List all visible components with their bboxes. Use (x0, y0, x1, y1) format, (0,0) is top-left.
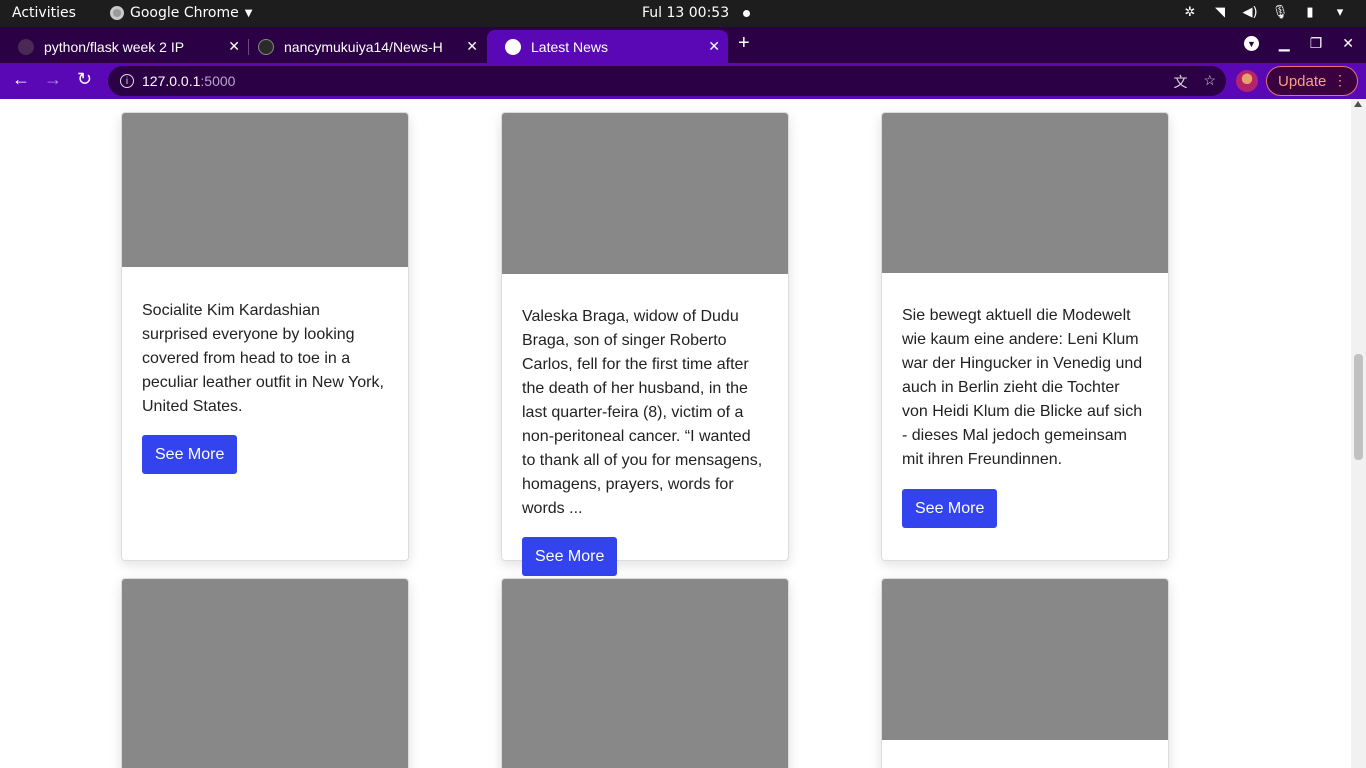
close-tab-icon[interactable]: ✕ (708, 38, 720, 55)
site-info-icon[interactable]: i (120, 74, 134, 88)
update-button[interactable]: Update ⋮ (1266, 66, 1358, 96)
news-card (881, 578, 1169, 768)
news-card (121, 578, 409, 768)
battery-icon[interactable]: ▮ (1302, 4, 1318, 20)
news-description: Sie bewegt aktuell die Modewelt wie kaum… (902, 307, 1143, 468)
see-more-button[interactable]: See More (902, 489, 998, 528)
see-more-button[interactable]: See More (522, 537, 618, 576)
news-image-valeska-braga (502, 113, 788, 274)
tab-title: Latest News (531, 38, 609, 55)
scrollbar-thumb[interactable] (1354, 354, 1363, 460)
address-bar[interactable]: i 127.0.0.1:5000 文 ☆ (108, 66, 1226, 96)
url-host: 127.0.0.1 (142, 73, 201, 89)
system-tray[interactable]: ✲ ◥ ◀) 🎙 ▮ ▾ (1182, 4, 1348, 20)
notification-dot-icon (743, 9, 751, 17)
tab-python-flask[interactable]: python/flask week 2 IP ✕ (0, 30, 248, 63)
close-window-icon[interactable]: ✕ (1342, 35, 1354, 52)
url-port: :5000 (200, 73, 236, 89)
omnibox-actions: 文 ☆ (1173, 72, 1216, 92)
tab-search-icon[interactable]: ▼ (1243, 36, 1259, 51)
close-tab-icon[interactable]: ✕ (228, 38, 240, 55)
news-card: Socialite Kim Kardashian surprised every… (121, 112, 409, 561)
tab-title: python/flask week 2 IP (44, 38, 185, 55)
url-text[interactable]: 127.0.0.1:5000 (142, 73, 235, 89)
forward-arrow-icon[interactable]: → (44, 69, 62, 90)
maximize-icon[interactable]: ❐ (1310, 35, 1323, 52)
app-name: Google Chrome (130, 5, 239, 21)
activities-button[interactable]: Activities (12, 5, 76, 21)
translate-icon[interactable]: 文 (1173, 72, 1187, 92)
back-arrow-icon[interactable]: ← (12, 69, 30, 90)
document-icon (18, 38, 34, 55)
github-icon (258, 38, 274, 55)
wifi-icon[interactable]: ◥ (1212, 4, 1228, 20)
clock-text: Ful 13 00:53 (642, 5, 730, 21)
microphone-icon[interactable]: 🎙 (1272, 4, 1289, 20)
app-menu[interactable]: Google Chrome ▼ (110, 5, 252, 21)
tab-strip: python/flask week 2 IP ✕ nancymukuiya14/… (0, 27, 1366, 63)
news-description: Socialite Kim Kardashian surprised every… (142, 302, 384, 415)
tab-latest-news[interactable]: Latest News ✕ (487, 30, 728, 63)
minimize-icon[interactable]: ▁ (1279, 35, 1290, 52)
new-tab-plus-icon[interactable]: + (738, 32, 750, 55)
close-tab-icon[interactable]: ✕ (466, 38, 478, 55)
news-image (502, 579, 788, 768)
tab-title: nancymukuiya14/News-H (284, 38, 443, 55)
browser-toolbar: ← → ↻ i 127.0.0.1:5000 文 ☆ Update ⋮ (0, 63, 1366, 99)
page-scrollbar[interactable] (1351, 99, 1366, 768)
caret-down-icon[interactable]: ▾ (1332, 4, 1348, 20)
news-image (882, 579, 1168, 740)
volume-icon[interactable]: ◀) (1242, 4, 1258, 20)
system-top-bar: Activities Google Chrome ▼ Ful 13 00:53 … (0, 0, 1366, 27)
news-card: Valeska Braga, widow of Dudu Braga, son … (501, 112, 789, 576)
page-viewport: Socialite Kim Kardashian surprised every… (0, 99, 1366, 768)
globe-icon (505, 38, 521, 55)
caret-down-icon: ▼ (244, 7, 253, 19)
update-label: Update (1278, 72, 1327, 90)
news-image (122, 579, 408, 768)
tab-github[interactable]: nancymukuiya14/News-H ✕ (240, 30, 486, 63)
scroll-up-arrow-icon[interactable] (1354, 101, 1362, 107)
news-card: Sie bewegt aktuell die Modewelt wie kaum… (881, 112, 1169, 561)
clock[interactable]: Ful 13 00:53 (642, 5, 751, 21)
kebab-menu-icon[interactable]: ⋮ (1333, 72, 1347, 89)
reload-icon[interactable]: ↻ (77, 69, 92, 90)
chrome-icon (110, 6, 124, 20)
window-controls: ▼ ▁ ❐ ✕ (1243, 35, 1354, 52)
bookmark-star-icon[interactable]: ☆ (1203, 72, 1216, 92)
profile-avatar[interactable] (1236, 70, 1258, 92)
news-image-kim-kardashian (122, 113, 408, 267)
news-image-leni-klum (882, 113, 1168, 273)
app-indicator-icon[interactable]: ✲ (1182, 4, 1198, 20)
news-card (501, 578, 789, 768)
news-description: Valeska Braga, widow of Dudu Braga, son … (522, 308, 763, 517)
see-more-button[interactable]: See More (142, 435, 238, 474)
